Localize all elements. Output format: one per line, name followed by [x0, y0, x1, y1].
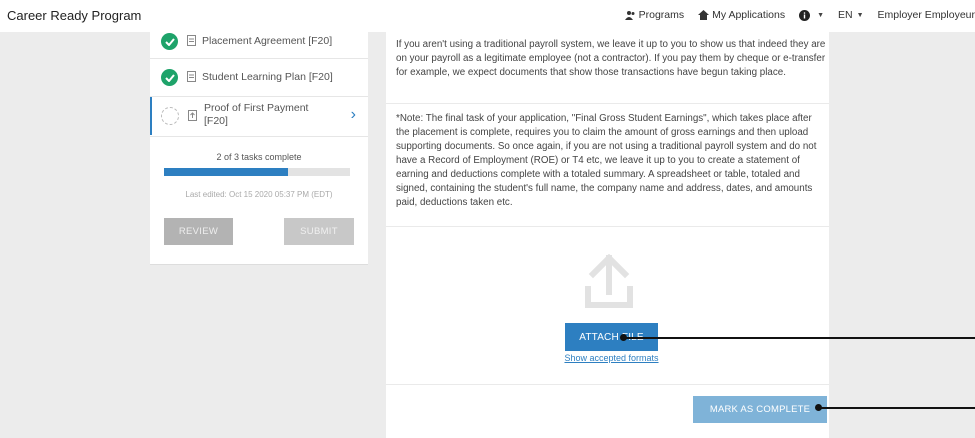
mark-as-complete-button[interactable]: MARK AS COMPLETE — [693, 396, 827, 423]
note-paragraph: *Note: The final task of your applicatio… — [396, 113, 817, 208]
chevron-right-icon: › — [350, 106, 356, 123]
upload-icon — [585, 254, 633, 308]
info-icon — [799, 9, 811, 21]
annotation-line — [819, 407, 975, 409]
nav-programs[interactable]: Programs — [624, 9, 685, 21]
chevron-down-icon: ▼ — [817, 11, 825, 19]
document-icon — [187, 71, 196, 82]
task-label: Student Learning Plan [F20] — [202, 71, 333, 83]
divider — [150, 58, 368, 59]
show-accepted-formats-link[interactable]: Show accepted formats — [386, 353, 837, 363]
nav-my-applications-label: My Applications — [712, 9, 786, 21]
help-menu[interactable]: ▼ — [799, 9, 825, 21]
last-edited-text: Last edited: Oct 15 2020 05:37 PM (EDT) — [185, 190, 333, 199]
task-student-learning-plan[interactable]: Student Learning Plan [F20] — [150, 62, 368, 92]
nav-my-applications[interactable]: My Applications — [698, 9, 785, 21]
pending-circle-icon — [161, 107, 179, 125]
task-placement-agreement[interactable]: Placement Agreement [F20] — [150, 26, 368, 56]
annotation-line — [624, 337, 975, 339]
progress-bar — [164, 168, 350, 176]
chevron-down-icon: ▼ — [856, 11, 864, 19]
check-circle-icon — [161, 33, 178, 50]
progress-bar-fill — [164, 168, 289, 176]
top-nav: Programs My Applications ▼ EN ▼ Employer… — [611, 9, 975, 21]
document-icon — [187, 35, 196, 46]
divider — [386, 103, 829, 104]
submit-button[interactable]: SUBMIT — [284, 218, 354, 245]
people-icon — [624, 11, 635, 20]
task-label: Proof of First Payment [F20] — [204, 102, 309, 127]
instructions-paragraph: If you aren't using a traditional payrol… — [396, 39, 826, 78]
language-menu[interactable]: EN ▼ — [838, 9, 864, 21]
app-title[interactable]: Career Ready Program — [7, 8, 141, 23]
task-label: Placement Agreement [F20] — [202, 35, 333, 47]
language-label: EN — [838, 9, 853, 21]
user-menu[interactable]: Employer Employeur — [878, 9, 975, 21]
progress-text: 2 of 3 tasks complete — [216, 152, 302, 162]
divider — [386, 384, 829, 385]
review-button[interactable]: REVIEW — [164, 218, 233, 245]
home-icon — [698, 10, 710, 20]
upload-document-icon — [188, 110, 197, 121]
user-name: Employer Employeur — [877, 9, 975, 21]
task-proof-of-first-payment[interactable]: Proof of First Payment [F20] › — [150, 97, 368, 135]
nav-programs-label: Programs — [638, 9, 685, 21]
check-circle-icon — [161, 69, 178, 86]
divider — [386, 226, 829, 227]
task-detail-panel: If you aren't using a traditional payrol… — [386, 22, 829, 438]
task-panel: Placement Agreement [F20] Student Learni… — [150, 22, 368, 265]
divider — [150, 136, 368, 137]
